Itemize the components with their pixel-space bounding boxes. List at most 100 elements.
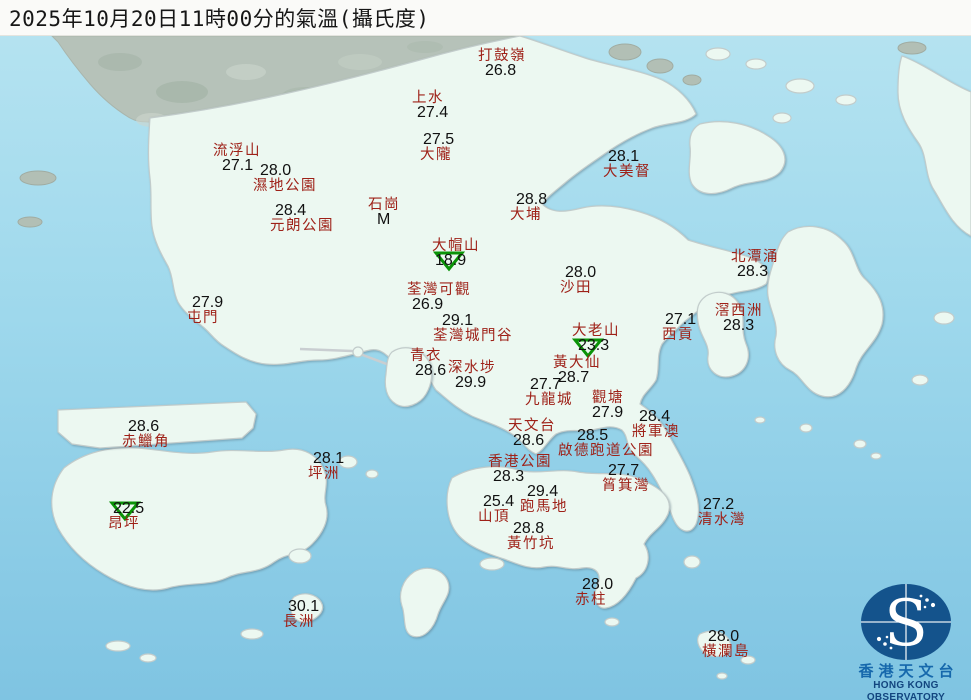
station-label: 青衣28.6 (410, 348, 446, 378)
station-temp-value: 28.3 (723, 319, 754, 333)
station-label: 29.1荃灣城門谷 (433, 314, 513, 344)
station-name-text: 長洲 (283, 614, 315, 630)
station-temp-value: 27.7 (608, 464, 639, 478)
station-label: 大老山23.3 (572, 323, 620, 353)
station-label: 27.2清水灣 (698, 498, 746, 528)
station-label: 28.0濕地公園 (253, 164, 317, 194)
station-label: 深水埗29.9 (448, 360, 496, 390)
station-name-text: 黃竹坑 (507, 536, 555, 552)
station-label: 28.8黃竹坑 (507, 522, 555, 552)
station-temp-value: 28.4 (275, 204, 306, 218)
station-name-text: 赤鱲角 (122, 434, 170, 450)
station-temp-value: 27.7 (530, 378, 561, 392)
station-label: 滘西洲28.3 (715, 303, 763, 333)
hko-logo: S 香港天文台 HONG KONG OBSERVATORY (836, 582, 971, 700)
station-temp-value: 28.3 (737, 265, 768, 279)
station-temp-value: 28.0 (260, 164, 291, 178)
station-label: 北潭涌28.3 (731, 249, 779, 279)
station-temp-value: 27.2 (703, 498, 734, 512)
station-name-text: 橫瀾島 (702, 644, 750, 660)
logo-s-glyph: S (884, 587, 928, 661)
station-temp-value: 29.4 (527, 485, 558, 499)
station-label: 28.4將軍澳 (632, 410, 680, 440)
station-temp-value: 27.9 (192, 296, 223, 310)
station-name-text: 跑馬地 (520, 499, 568, 515)
station-label: 28.4元朗公園 (270, 204, 334, 234)
station-temp-value: 18.9 (435, 254, 466, 268)
station-temp-value: 28.1 (313, 452, 344, 466)
station-temp-value: 28.8 (516, 193, 547, 207)
station-name-text: 筲箕灣 (602, 478, 650, 494)
station-name-text: 清水灣 (698, 512, 746, 528)
station-label: 觀塘27.9 (592, 390, 624, 420)
station-temp-value: 28.5 (577, 429, 608, 443)
station-label: 29.4跑馬地 (520, 485, 568, 515)
station-temp-value: 27.1 (222, 159, 253, 173)
station-label: 打鼓嶺26.8 (478, 48, 526, 78)
station-label: 荃灣可觀26.9 (407, 282, 471, 312)
station-label: 27.1西貢 (662, 313, 696, 343)
station-temp-value: 29.1 (442, 314, 473, 328)
station-temp-value: 26.9 (412, 298, 443, 312)
station-name-text: 荃灣城門谷 (433, 328, 513, 344)
station-label: 28.0沙田 (560, 266, 596, 296)
station-name-text: 將軍澳 (632, 424, 680, 440)
station-temp-value: 28.3 (493, 470, 524, 484)
station-label: 石崗M (368, 197, 400, 227)
station-name-text: 昂坪 (108, 516, 140, 532)
hko-logo-name-en: HONG KONG OBSERVATORY (836, 680, 971, 700)
page-title: 2025年10月20日11時00分的氣溫(攝氏度) (9, 3, 430, 33)
station-label: 27.7筲箕灣 (602, 464, 650, 494)
station-temp-value: 28.0 (582, 578, 613, 592)
station-temp-value: 27.4 (417, 106, 448, 120)
station-temp-value: 23.3 (578, 339, 609, 353)
temperature-map-page: 2025年10月20日11時00分的氣溫(攝氏度) 打鼓嶺26.8上水27.42… (0, 0, 971, 700)
station-label: 28.0橫瀾島 (702, 630, 750, 660)
station-label: 上水27.4 (412, 90, 448, 120)
station-label: 大帽山18.9 (432, 238, 480, 268)
station-name-text: 山頂 (478, 509, 510, 525)
station-temp-value: 28.6 (415, 364, 446, 378)
station-temp-value: 22.5 (113, 502, 144, 516)
station-name-text: 九龍城 (525, 392, 573, 408)
station-temp-value: 28.6 (128, 420, 159, 434)
station-temp-value: 28.4 (639, 410, 670, 424)
station-temp-value: 28.7 (558, 371, 589, 385)
station-temp-value: 28.8 (513, 522, 544, 536)
station-temp-value: 27.5 (423, 133, 454, 147)
hko-logo-emblem: S (851, 582, 961, 662)
station-label: 28.1坪洲 (308, 452, 344, 482)
station-temp-value: 30.1 (288, 600, 319, 614)
station-label: 30.1長洲 (283, 600, 319, 630)
station-temp-value: 27.9 (592, 406, 623, 420)
station-temp-value: M (377, 213, 390, 227)
station-name-text: 赤柱 (575, 592, 607, 608)
station-name-text: 屯門 (187, 310, 219, 326)
station-name-text: 大美督 (603, 164, 651, 180)
station-temp-value: 28.0 (708, 630, 739, 644)
station-name-text: 坪洲 (308, 466, 340, 482)
station-name-text: 大隴 (420, 147, 452, 163)
station-name-text: 沙田 (560, 280, 592, 296)
station-label: 28.1大美督 (603, 150, 651, 180)
stations-layer: 打鼓嶺26.8上水27.427.5大隴流浮山27.128.0濕地公園28.4元朗… (0, 0, 971, 700)
station-temp-value: 27.1 (665, 313, 696, 327)
station-name-text: 濕地公園 (253, 178, 317, 194)
station-label: 天文台28.6 (508, 418, 556, 448)
station-label: 27.9屯門 (187, 296, 223, 326)
station-name-text: 大埔 (510, 207, 542, 223)
station-name-text: 西貢 (662, 327, 694, 343)
station-name-text: 元朗公園 (270, 218, 334, 234)
station-label: 22.5昂坪 (108, 502, 144, 532)
station-temp-value: 28.6 (513, 434, 544, 448)
station-label: 28.6赤鱲角 (122, 420, 170, 450)
station-temp-value: 28.0 (565, 266, 596, 280)
station-label: 28.0赤柱 (575, 578, 613, 608)
hko-logo-name-zh: 香港天文台 (836, 664, 971, 679)
map-title-bar: 2025年10月20日11時00分的氣溫(攝氏度) (0, 0, 971, 36)
station-label: 27.5大隴 (420, 133, 454, 163)
station-temp-value: 28.1 (608, 150, 639, 164)
station-label: 28.8大埔 (510, 193, 547, 223)
station-name-text: 啟德跑道公園 (558, 443, 654, 459)
station-label: 25.4山頂 (478, 495, 514, 525)
